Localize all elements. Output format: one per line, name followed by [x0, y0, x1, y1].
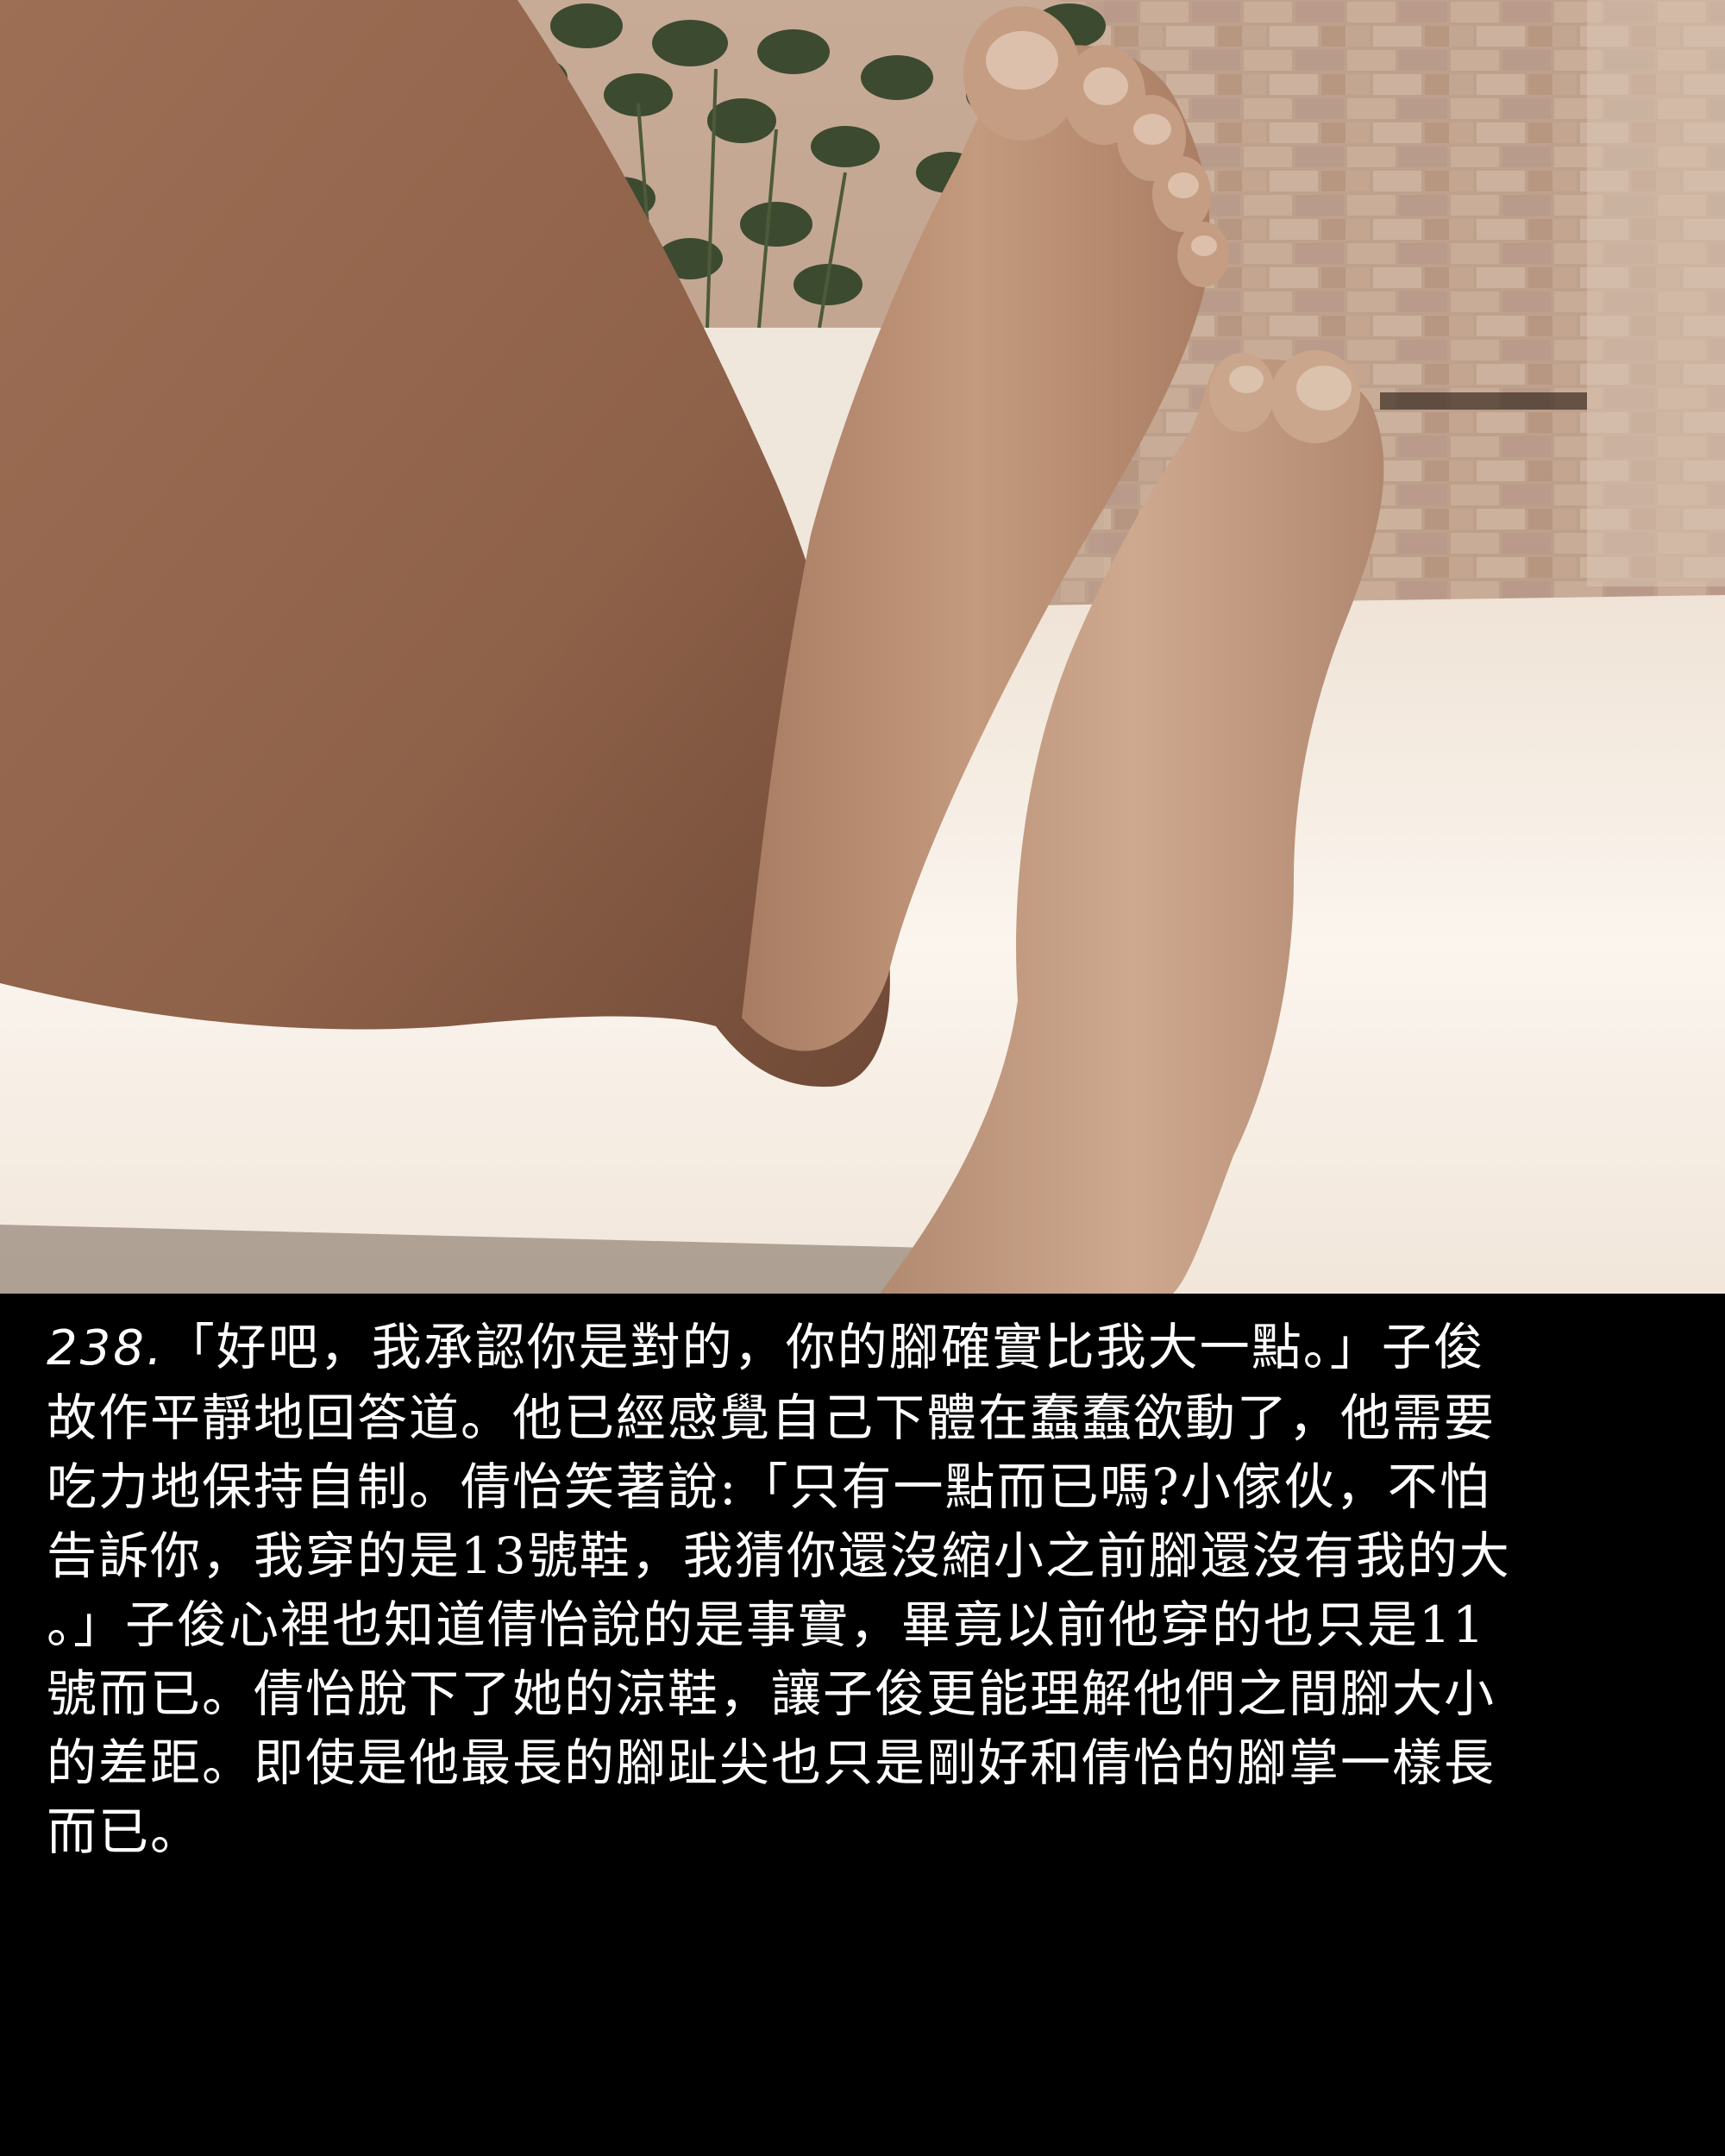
caption-panel: 238.「好吧，我承認你是對的，你的腳確實比我大一點。」子俊 故作平靜地回答道。… — [0, 1294, 1725, 2156]
scene-artwork — [0, 0, 1725, 1294]
shelf-shadow — [1380, 392, 1587, 410]
illustration-panel — [0, 0, 1725, 1294]
caption-line: 故作平靜地回答道。他已經感覺自己下體在蠢蠢欲動了，他需要 — [47, 1388, 1496, 1447]
caption-line: 而已。 — [47, 1802, 203, 1861]
caption-line: 吃力地保持自制。倩怡笑著說:「只有一點而已嗎?小傢伙，不怕 — [47, 1457, 1491, 1516]
caption-line: 告訴你，我穿的是13號鞋，我猜你還沒縮小之前腳還沒有我的大 — [47, 1526, 1511, 1585]
caption-line: 的差距。即使是他最長的腳趾尖也只是剛好和倩怡的腳掌一樣長 — [47, 1733, 1496, 1792]
caption-line: 。」子俊心裡也知道倩怡說的是事實，畢竟以前他穿的也只是11 — [47, 1595, 1486, 1654]
caption-line: 號而已。倩怡脫下了她的涼鞋，讓子俊更能理解他們之間腳大小 — [47, 1664, 1496, 1723]
caption-line: 「好吧，我承認你是對的，你的腳確實比我大一點。」子俊 — [164, 1318, 1485, 1376]
wall-column — [1587, 0, 1725, 586]
panel-number: 238. — [47, 1320, 165, 1376]
caption-text: 238.「好吧，我承認你是對的，你的腳確實比我大一點。」子俊 故作平靜地回答道。… — [47, 1313, 1685, 1866]
